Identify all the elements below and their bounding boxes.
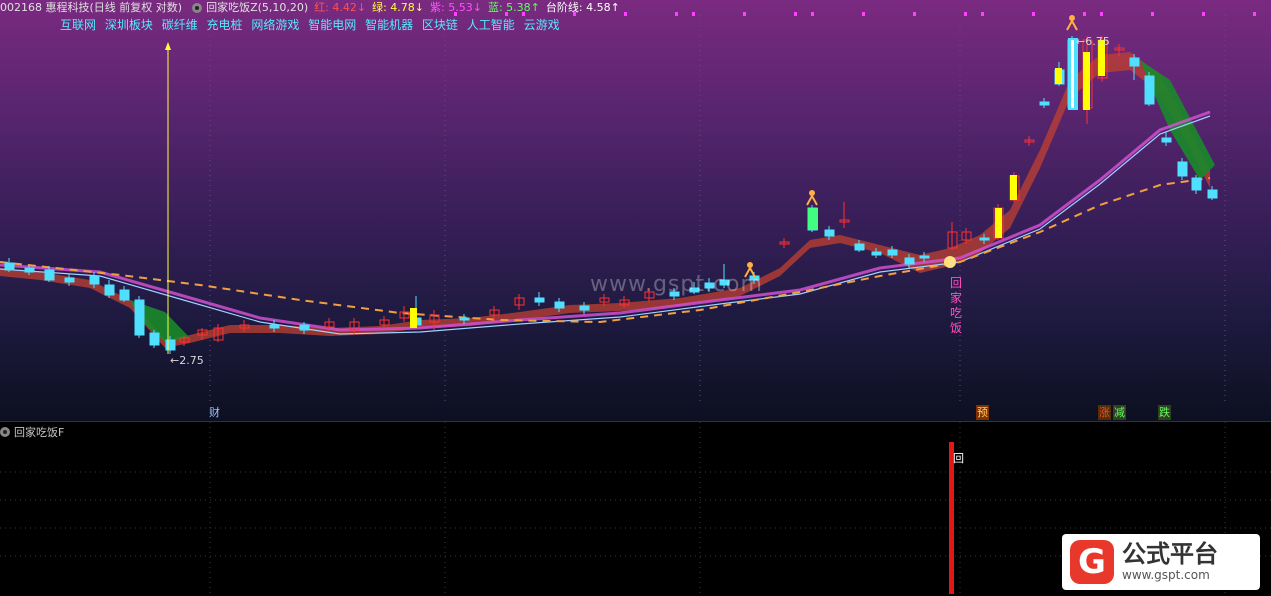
concept-tag[interactable]: 智能电网	[308, 18, 356, 32]
concept-tag[interactable]: 充电桩	[207, 18, 243, 32]
candle-body	[149, 332, 160, 346]
concept-tag[interactable]: 碳纤维	[162, 18, 198, 32]
low-price-label: ←2.75	[170, 354, 204, 367]
candle-body	[1144, 75, 1155, 105]
candle-body	[554, 301, 565, 309]
gear-icon[interactable]	[192, 2, 203, 13]
green-candle	[808, 208, 818, 230]
bowl-icon	[944, 256, 956, 268]
signal-die: 跌	[1158, 405, 1171, 420]
sub-indicator-title: 回家吃饭F	[0, 424, 64, 440]
candle-body	[165, 339, 176, 351]
sub-indicator-name[interactable]: 回家吃饭F	[14, 424, 64, 440]
candle-body	[534, 297, 545, 303]
candle-body	[904, 257, 915, 265]
gear-icon[interactable]	[0, 427, 10, 437]
candle-body	[89, 275, 100, 285]
candle-body	[871, 251, 882, 256]
gspt-logo-mark	[1070, 540, 1114, 584]
header-bar: 002168 惠程科技(日线 前复权 对数) 回家吃饭Z(5,10,20) 红:…	[0, 0, 1271, 15]
candle-body	[1207, 189, 1218, 199]
sub-marker: 回	[953, 452, 964, 465]
candle-body	[134, 299, 145, 336]
yellow-candle	[995, 208, 1002, 238]
signal-arrow	[165, 42, 171, 50]
ma-band-red	[0, 52, 1210, 348]
main-chart[interactable]: 002168 惠程科技(日线 前复权 对数) 回家吃饭Z(5,10,20) 红:…	[0, 0, 1271, 422]
candle-body	[459, 317, 470, 321]
gspt-logo: 公式平台 www.gspt.com	[1062, 534, 1260, 590]
candle-body	[299, 324, 310, 331]
concept-tag[interactable]: 云游戏	[524, 18, 560, 32]
yellow-candle	[410, 308, 417, 328]
candle-body	[1161, 137, 1172, 143]
candle-body	[44, 269, 55, 281]
signal-zhang: 涨	[1098, 405, 1111, 420]
candle-body	[24, 267, 35, 273]
person-icon	[806, 193, 818, 206]
signal-bar: 财 预 涨 减 跌	[0, 405, 1271, 421]
yellow-candle	[1010, 175, 1017, 200]
red-value: 红: 4.42↓	[314, 1, 367, 14]
candle-body	[64, 277, 75, 283]
ma-blue-line	[0, 115, 1211, 335]
blue-value: 蓝: 5.38↑	[487, 1, 540, 14]
candle-body	[4, 262, 15, 271]
candle-body	[1129, 57, 1140, 67]
yellow-candle	[1055, 68, 1062, 84]
candle-body	[979, 237, 990, 241]
highlight-candle-core	[1071, 40, 1074, 108]
purple-value: 紫: 5.53↓	[430, 1, 482, 14]
candle-body	[269, 324, 280, 329]
concept-tag[interactable]: 人工智能	[467, 18, 515, 32]
candle-body	[919, 255, 930, 259]
signal-vertical-text: 回家吃饭	[950, 276, 963, 335]
logo-url: www.gspt.com	[1122, 568, 1210, 582]
stock-title: 002168 惠程科技(日线 前复权 对数)	[0, 1, 183, 14]
concept-tag[interactable]: 智能机器	[365, 18, 413, 32]
candle-body	[887, 249, 898, 256]
signal-yu: 预	[976, 405, 989, 420]
candle-body	[1177, 161, 1188, 177]
candle-body	[104, 284, 115, 296]
concept-tag[interactable]: 网络游戏	[251, 18, 299, 32]
candle-body	[119, 289, 130, 301]
concept-tag[interactable]: 互联网	[60, 18, 96, 32]
concept-tags: 互联网 深圳板块 碳纤维 充电桩 网络游戏 智能电网 智能机器 区块链 人工智能…	[60, 16, 565, 33]
signal-cai: 财	[209, 406, 220, 419]
candle-body	[1191, 177, 1202, 191]
step-line	[0, 177, 1211, 324]
candle-body	[579, 305, 590, 311]
signal-jian: 减	[1113, 405, 1126, 420]
high-price-label: ←6.75	[1076, 35, 1110, 48]
logo-name: 公式平台	[1122, 540, 1218, 568]
concept-tag[interactable]: 深圳板块	[105, 18, 153, 32]
candle-body	[854, 243, 865, 251]
person-icon	[1066, 18, 1078, 31]
yellow-candle	[1083, 52, 1090, 110]
candle-body	[824, 229, 835, 237]
indicator-name[interactable]: 回家吃饭Z(5,10,20)	[206, 0, 308, 15]
candle-body	[1039, 101, 1050, 106]
gspt-logo-text: 公式平台 www.gspt.com	[1122, 541, 1218, 583]
concept-tag[interactable]: 区块链	[422, 18, 458, 32]
green-value: 绿: 4.78↓	[372, 1, 425, 14]
watermark: www.gspt.com	[590, 272, 763, 297]
step-value: 台阶线: 4.58↑	[545, 1, 620, 14]
